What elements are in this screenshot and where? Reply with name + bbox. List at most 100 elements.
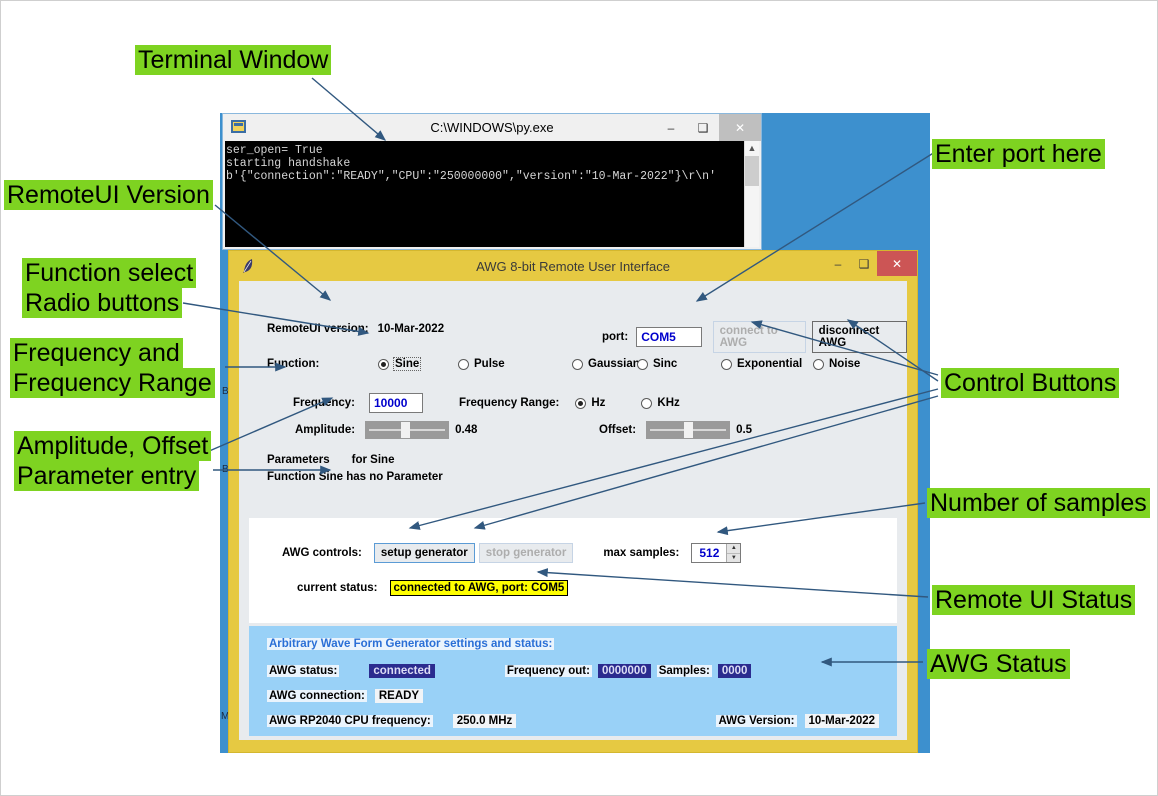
radio-exponential-icon[interactable] xyxy=(721,358,732,370)
current-status-row: current status: connected to AWG, port: … xyxy=(297,580,569,596)
terminal-line: ser_open= True xyxy=(226,144,323,157)
annotation-function-select-2: Radio buttons xyxy=(22,288,183,318)
radio-exponential-label: Exponential xyxy=(737,358,803,370)
connect-to-awg-button[interactable]: connect to AWG xyxy=(712,321,806,353)
annotation-enter-port: Enter port here xyxy=(932,139,1105,169)
awg-controls-label: AWG controls: xyxy=(282,547,362,559)
awg-status-heading-wrap: Arbitrary Wave Form Generator settings a… xyxy=(267,638,555,650)
scroll-up-icon[interactable]: ▲ xyxy=(745,141,759,155)
awg-status-label: AWG status: xyxy=(267,665,340,677)
max-samples-stepper[interactable]: 512 ▲ ▼ xyxy=(691,543,742,563)
terminal-line: b'{"connection":"READY","CPU":"250000000… xyxy=(226,170,716,183)
radio-option-noise[interactable]: Noise xyxy=(813,358,860,370)
radio-option-exponential[interactable]: Exponential xyxy=(721,358,802,370)
radio-option-khz[interactable]: KHz xyxy=(641,397,680,409)
radio-pulse-label: Pulse xyxy=(474,358,505,370)
annotation-function-select-1: Function select xyxy=(22,258,197,288)
frequency-label: Frequency: xyxy=(293,397,355,409)
python-icon xyxy=(231,120,246,133)
annotation-remoteui-version: RemoteUI Version xyxy=(4,180,213,210)
terminal-minimize-button[interactable]: – xyxy=(655,114,687,141)
radio-option-sinc[interactable]: Sinc xyxy=(637,358,677,370)
awg-minimize-button[interactable]: – xyxy=(825,251,851,276)
stop-generator-button[interactable]: stop generator xyxy=(478,543,574,563)
amplitude-slider-knob[interactable] xyxy=(401,422,411,438)
terminal-window[interactable]: C:\WINDOWS\py.exe – ❑ ✕ ser_open= True s… xyxy=(222,113,762,250)
port-label: port: xyxy=(602,331,629,343)
max-samples-arrows[interactable]: ▲ ▼ xyxy=(726,544,741,562)
terminal-window-buttons: – ❑ ✕ xyxy=(655,114,761,141)
radio-noise-icon[interactable] xyxy=(813,358,824,370)
radio-gaussian-icon[interactable] xyxy=(572,358,583,370)
awg-titlebar[interactable]: AWG 8-bit Remote User Interface – ❑ ✕ xyxy=(229,251,917,281)
awg-client-area: RemoteUI version: 10-Mar-2022 port: COM5… xyxy=(239,281,907,740)
awg-version-row: AWG Version: 10-Mar-2022 xyxy=(716,714,879,728)
offset-value: 0.5 xyxy=(736,424,753,436)
awg-connection-label: AWG connection: xyxy=(267,690,367,702)
feather-icon xyxy=(243,259,253,273)
amplitude-row: Amplitude: 0.48 xyxy=(295,421,477,439)
annotation-amplitude-1: Amplitude, Offset xyxy=(14,431,212,461)
frequency-row: Frequency: 10000 Frequency Range: Hz KHz xyxy=(293,393,680,413)
radio-noise-label: Noise xyxy=(829,358,861,370)
annotation-frequency-1: Frequency and xyxy=(10,338,183,368)
radio-option-sine[interactable]: Sine xyxy=(378,357,422,371)
radio-pulse-icon[interactable] xyxy=(458,358,469,370)
radio-sinc-label: Sinc xyxy=(653,358,678,370)
spin-up-icon[interactable]: ▲ xyxy=(727,544,741,553)
annotation-remote-ui-status: Remote UI Status xyxy=(932,585,1136,615)
spin-down-icon[interactable]: ▼ xyxy=(727,552,741,562)
radio-khz-label: KHz xyxy=(657,397,680,409)
amplitude-slider[interactable] xyxy=(365,421,450,439)
radio-sine-icon[interactable] xyxy=(378,358,389,370)
awg-maximize-button[interactable]: ❑ xyxy=(851,251,877,276)
radio-sinc-icon[interactable] xyxy=(637,358,648,370)
terminal-close-button[interactable]: ✕ xyxy=(719,114,761,141)
port-row: port: COM5 connect to AWG disconnect AWG xyxy=(602,321,907,353)
radio-option-pulse[interactable]: Pulse xyxy=(458,358,505,370)
annotation-frequency-2: Frequency Range xyxy=(10,368,215,398)
radio-khz-icon[interactable] xyxy=(641,397,653,409)
awg-status-row: AWG status: connected Frequency out: 000… xyxy=(267,664,752,678)
radio-hz-label: Hz xyxy=(591,397,606,409)
port-input[interactable]: COM5 xyxy=(636,327,702,347)
terminal-maximize-button[interactable]: ❑ xyxy=(687,114,719,141)
remoteui-version-row: RemoteUI version: 10-Mar-2022 xyxy=(267,323,444,335)
setup-generator-button[interactable]: setup generator xyxy=(373,543,475,563)
radio-hz-icon[interactable] xyxy=(575,397,587,409)
annotation-terminal-window: Terminal Window xyxy=(135,45,332,75)
frequency-out-label: Frequency out: xyxy=(504,665,592,677)
offset-slider[interactable] xyxy=(646,421,731,439)
terminal-output[interactable]: ser_open= True starting handshake b'{"co… xyxy=(225,141,759,247)
radio-option-hz[interactable]: Hz xyxy=(575,397,605,409)
remoteui-version-label: RemoteUI version: xyxy=(267,323,369,335)
awg-version-value: 10-Mar-2022 xyxy=(804,714,879,728)
annotation-number-of-samples: Number of samples xyxy=(927,488,1150,518)
offset-label: Offset: xyxy=(599,424,637,436)
awg-status-value: connected xyxy=(369,664,435,678)
function-label: Function: xyxy=(267,358,320,370)
awg-version-label: AWG Version: xyxy=(716,715,797,727)
awg-status-panel: Arbitrary Wave Form Generator settings a… xyxy=(249,626,897,736)
awg-cpu-frequency-value: 250.0 MHz xyxy=(452,714,517,728)
radio-gaussian-label: Gaussian xyxy=(588,358,640,370)
awg-close-button[interactable]: ✕ xyxy=(877,251,917,276)
function-label-wrap: Function: xyxy=(267,358,319,370)
awg-status-heading: Arbitrary Wave Form Generator settings a… xyxy=(267,638,555,650)
terminal-scrollbar[interactable]: ▲ xyxy=(744,141,759,247)
radio-option-gaussian[interactable]: Gaussian xyxy=(572,358,640,370)
frequency-input[interactable]: 10000 xyxy=(369,393,423,413)
max-samples-value[interactable]: 512 xyxy=(692,544,726,562)
offset-slider-knob[interactable] xyxy=(683,422,693,438)
disconnect-awg-button[interactable]: disconnect AWG xyxy=(811,321,907,353)
scrollbar-thumb[interactable] xyxy=(745,156,759,186)
current-status-value: connected to AWG, port: COM5 xyxy=(389,580,569,596)
terminal-titlebar[interactable]: C:\WINDOWS\py.exe – ❑ ✕ xyxy=(223,114,761,141)
awg-remote-ui-window[interactable]: AWG 8-bit Remote User Interface – ❑ ✕ Re… xyxy=(228,250,918,753)
amplitude-label: Amplitude: xyxy=(295,424,356,436)
terminal-line: starting handshake xyxy=(226,157,351,170)
annotation-awg-status: AWG Status xyxy=(927,649,1070,679)
radio-sine-label: Sine xyxy=(392,357,422,371)
awg-window-title: AWG 8-bit Remote User Interface xyxy=(476,258,670,274)
frequency-range-label: Frequency Range: xyxy=(459,397,560,409)
